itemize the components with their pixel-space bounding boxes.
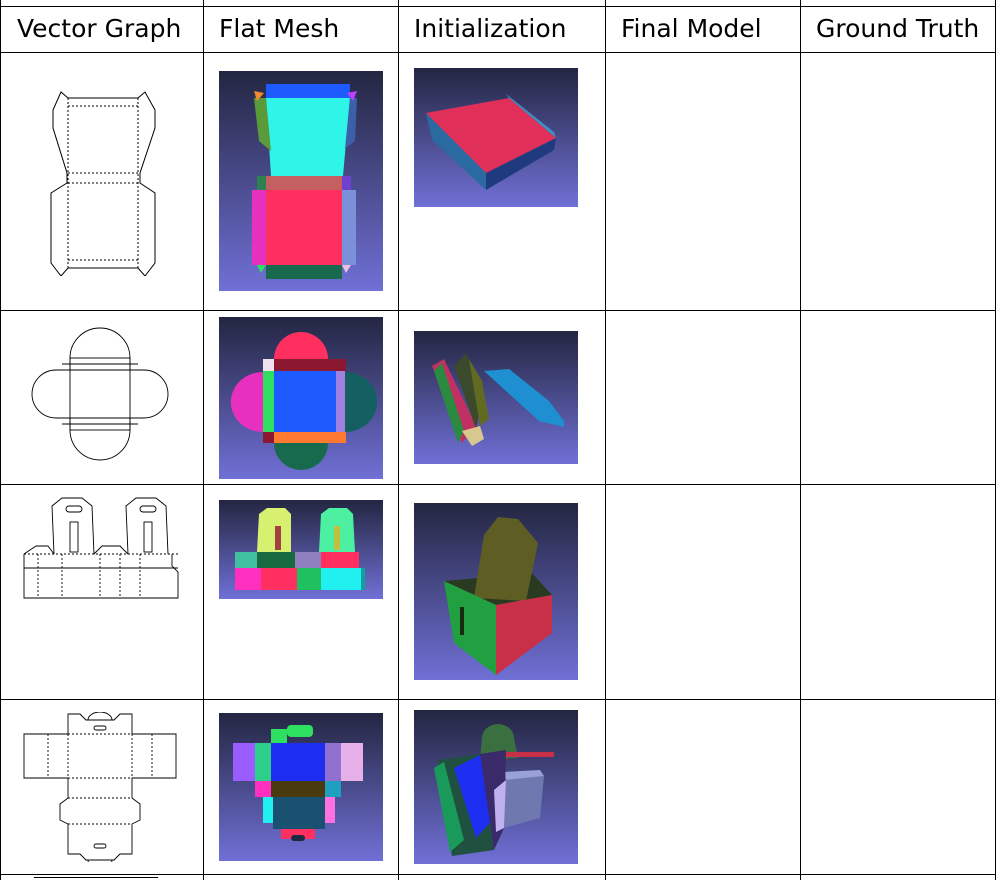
initialization-render xyxy=(414,331,578,464)
column-divider xyxy=(605,0,606,880)
header-flat-mesh: Flat Mesh xyxy=(219,14,340,43)
row-divider xyxy=(0,310,995,311)
vector-graph-dieline xyxy=(22,496,182,602)
initialization-render xyxy=(414,68,578,207)
header-initialization: Initialization xyxy=(414,14,567,43)
column-divider xyxy=(800,0,801,880)
header-final-model: Final Model xyxy=(621,14,762,43)
table-border-left xyxy=(0,0,1,880)
header-ground-truth: Ground Truth xyxy=(816,14,980,43)
flat-mesh-render xyxy=(219,713,383,861)
header-vector-graph: Vector Graph xyxy=(17,14,182,43)
row-divider xyxy=(0,484,995,485)
vector-graph-dieline xyxy=(28,324,173,464)
next-row-dieline-edge xyxy=(34,877,158,881)
vector-graph-dieline xyxy=(22,712,178,862)
header-row-divider xyxy=(0,52,995,53)
row-divider xyxy=(0,874,995,875)
column-divider xyxy=(203,0,204,880)
table-border-right xyxy=(995,0,996,880)
column-divider xyxy=(398,0,399,880)
flat-mesh-render xyxy=(219,500,383,599)
flat-mesh-render xyxy=(219,71,383,291)
flat-mesh-render xyxy=(219,317,383,479)
initialization-render xyxy=(414,710,578,864)
initialization-render xyxy=(414,503,578,680)
row-divider xyxy=(0,699,995,700)
vector-graph-dieline xyxy=(45,88,163,276)
